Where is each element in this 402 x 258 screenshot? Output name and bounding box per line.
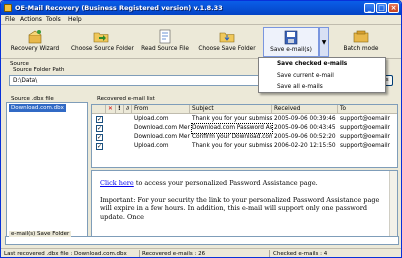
paperclip-icon: ∂ [126, 106, 129, 112]
save-dropdown-arrow[interactable]: ▼ [319, 27, 329, 57]
menu-actions[interactable]: Actions [20, 16, 42, 23]
recovery-wizard-button[interactable]: Recovery Wizard [7, 27, 63, 57]
preview-scrollbar[interactable] [389, 171, 397, 238]
received-column-header[interactable]: Received [272, 105, 338, 114]
minimize-button[interactable]: _ [364, 3, 375, 13]
check-column-header[interactable] [92, 105, 106, 114]
preview-paragraph-2: Important: For your security the link to… [100, 195, 380, 221]
read-source-file-button[interactable]: Read Source File [139, 27, 191, 57]
menu-help[interactable]: Help [68, 16, 82, 23]
wizard-icon [28, 30, 42, 44]
row-checkbox[interactable]: ✓ [96, 143, 103, 150]
choose-source-folder-button[interactable]: Choose Source Folder [71, 27, 134, 57]
row-received: 2005-09-06 00:43:45 [274, 125, 336, 131]
row-from: Download.com Men [134, 125, 190, 131]
floppy-icon [284, 30, 298, 45]
window-title: OE-Mail Recovery (Business Registered ve… [15, 4, 223, 12]
row-to: support@oemailr [340, 125, 390, 131]
status-bar: Last recovered .dbx file : Download.com.… [1, 248, 401, 257]
row-from: Download.com Men [134, 134, 190, 140]
menu-bar: File Actions Tools Help [1, 15, 401, 25]
email-row[interactable]: ✓ Download.com Men Confirm your Download… [92, 133, 397, 142]
save-folder-label: e-mail(s) Save Folder [9, 231, 72, 237]
title-bar: OE-Mail Recovery (Business Registered ve… [1, 1, 401, 15]
dbx-file-list[interactable]: Download.com.dbx [6, 102, 88, 242]
row-subject: Download.com Password Ast [191, 123, 273, 134]
app-icon [4, 4, 12, 12]
source-folder-label: Source Folder Path [13, 67, 65, 73]
status-separator [139, 250, 140, 257]
row-checkbox[interactable]: ✓ [96, 116, 103, 123]
email-list-label: Recovered e-mail list [97, 96, 155, 102]
row-to: support@oemailr [340, 134, 390, 140]
row-to: support@oemailr [340, 116, 390, 122]
email-row[interactable]: ✓ Download.com Men Download.com Password… [92, 123, 397, 134]
row-subject: Thank you for your submissio [192, 116, 272, 122]
chevron-down-icon: ▼ [321, 39, 327, 46]
row-checkbox[interactable]: ✓ [96, 134, 103, 141]
row-checkbox[interactable]: ✓ [96, 125, 103, 132]
delete-column-header[interactable]: ✕ [106, 105, 116, 114]
email-list[interactable]: ✕ ! ∂ From Subject Received To ✓ Upload.… [91, 104, 398, 168]
status-last-recovered: Last recovered .dbx file : Download.com.… [4, 251, 127, 257]
email-row[interactable]: ✓ Upload.com Thank you for your submissi… [92, 142, 397, 151]
row-to: support@oemailr [340, 143, 390, 149]
recovery-wizard-label: Recovery Wizard [10, 46, 60, 52]
read-source-file-label: Read Source File [141, 46, 189, 52]
choose-source-folder-label: Choose Source Folder [71, 46, 134, 52]
save-emails-label: Save e-mail(s) [270, 47, 312, 53]
save-dropdown-menu: Save checked e-mails Save current e-mail… [258, 57, 386, 93]
exclamation-icon: ! [118, 106, 121, 112]
preview-line-1: Click here to access your personalized P… [100, 179, 387, 188]
folder-icon [93, 32, 109, 43]
save-emails-button[interactable]: Save e-mail(s) [263, 27, 319, 57]
menu-save-all[interactable]: Save all e-mails [277, 84, 323, 90]
red-x-icon: ✕ [108, 106, 113, 112]
main-window: OE-Mail Recovery (Business Registered ve… [0, 0, 402, 258]
flag-column-header[interactable]: ! [116, 105, 124, 114]
to-column-header[interactable]: To [338, 105, 397, 114]
row-subject: Thank you for your submissio [192, 143, 272, 149]
email-preview[interactable]: Click here to access your personalized P… [91, 170, 398, 239]
click-here-link[interactable]: Click here [100, 179, 134, 187]
batch-mode-button[interactable]: Batch mode [339, 27, 383, 57]
menu-save-current[interactable]: Save current e-mail [277, 73, 334, 79]
status-recovered-count: Recovered e-mails : 26 [142, 251, 206, 257]
email-row[interactable]: ✓ Upload.com Thank you for your submissi… [92, 115, 397, 124]
preview-line-1-text: to access your personalized Password Ass… [133, 179, 318, 187]
choose-save-folder-button[interactable]: Choose Save Folder [197, 27, 257, 57]
batch-mode-label: Batch mode [343, 46, 379, 52]
status-separator [269, 250, 270, 257]
maximize-button[interactable]: □ [376, 3, 387, 13]
status-checked-count: Checked e-mails : 4 [273, 251, 328, 257]
save-folder-input[interactable] [5, 236, 399, 245]
dbx-file-item[interactable]: Download.com.dbx [9, 104, 66, 112]
attachment-column-header[interactable]: ∂ [124, 105, 132, 114]
row-from: Upload.com [134, 143, 169, 149]
subject-column-header[interactable]: Subject [190, 105, 272, 114]
row-received: 2006-02-20 12:15:50 [274, 143, 336, 149]
menu-save-checked[interactable]: Save checked e-mails [277, 61, 347, 67]
close-button[interactable]: × [388, 3, 399, 13]
choose-save-folder-label: Choose Save Folder [198, 46, 256, 52]
read-file-icon [159, 29, 171, 44]
save-folder-icon [219, 32, 235, 43]
toolbar: Recovery Wizard Choose Source Folder Rea… [1, 25, 401, 59]
row-received: 2005-09-06 00:52:20 [274, 134, 336, 140]
menu-file[interactable]: File [5, 16, 15, 23]
row-from: Upload.com [134, 116, 169, 122]
batch-icon [353, 30, 369, 43]
row-subject: Confirm your Download.com [192, 134, 272, 140]
row-received: 2005-09-06 00:39:46 [274, 116, 336, 122]
menu-tools[interactable]: Tools [46, 16, 61, 23]
from-column-header[interactable]: From [132, 105, 190, 114]
